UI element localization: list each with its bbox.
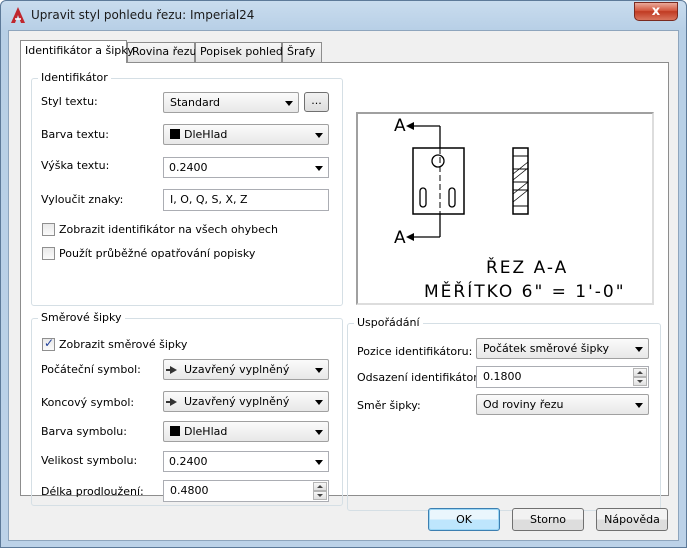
help-button[interactable]: Nápověda xyxy=(596,508,668,531)
spin-down-icon[interactable] xyxy=(633,377,647,386)
continuous-labeling-checkbox[interactable] xyxy=(42,247,55,260)
arrows-group-title: Směrové šipky xyxy=(38,311,125,324)
tab-view-label[interactable]: Popisek pohledu xyxy=(195,42,290,62)
extension-length-label: Délka prodloužení: xyxy=(41,485,144,498)
tab-panel: Identifikátor Styl textu: Standard ... B… xyxy=(20,62,669,511)
text-height-value: 0.2400 xyxy=(169,161,208,174)
identifier-position-label: Pozice identifikátoru: xyxy=(357,345,473,358)
tab-label: Rovina řezu xyxy=(132,45,197,58)
text-style-value: Standard xyxy=(170,96,221,109)
chevron-down-icon xyxy=(315,166,323,171)
end-symbol-label: Koncový symbol: xyxy=(41,396,135,409)
symbol-size-combo[interactable]: 0.2400 xyxy=(163,451,329,472)
exclude-chars-label: Vyloučit znaky: xyxy=(41,193,124,206)
chevron-down-icon xyxy=(315,368,323,373)
dialog-window: Upravit styl pohledu řezu: Imperial24 x … xyxy=(0,0,687,548)
extension-length-input[interactable]: 0.4800 xyxy=(163,480,329,502)
browse-text-style-button[interactable]: ... xyxy=(304,92,329,112)
cancel-button[interactable]: Storno xyxy=(512,508,584,531)
start-symbol-select[interactable]: Uzavřený vyplněný xyxy=(163,359,329,380)
tab-identifier-arrows[interactable]: Identifikátor a šipky xyxy=(20,40,134,63)
identifier-position-select[interactable]: Počátek směrové šipky xyxy=(476,338,649,359)
close-icon: x xyxy=(651,4,661,19)
text-color-select[interactable]: DleHlad xyxy=(163,124,329,145)
ok-label: OK xyxy=(456,513,472,526)
window-title: Upravit styl pohledu řezu: Imperial24 xyxy=(31,8,255,22)
chevron-down-icon xyxy=(315,133,323,138)
symbol-size-label: Velikost symbolu: xyxy=(41,454,138,467)
color-swatch xyxy=(170,129,180,139)
extension-length-value: 0.4800 xyxy=(170,484,209,497)
browse-label: ... xyxy=(311,94,322,107)
cancel-label: Storno xyxy=(529,513,567,526)
color-swatch xyxy=(170,426,180,436)
layout-group-title: Uspořádání xyxy=(354,316,423,329)
chevron-down-icon xyxy=(635,403,643,408)
autocad-app-icon xyxy=(11,7,25,23)
ok-button[interactable]: OK xyxy=(428,508,500,531)
tab-label: Identifikátor a šipky xyxy=(25,44,134,57)
continuous-labeling-label[interactable]: Použít průběžné opatřování popisky xyxy=(59,247,255,260)
exclude-chars-input[interactable]: I, O, Q, S, X, Z xyxy=(163,189,329,211)
preview-label-a-top: A xyxy=(394,116,408,136)
preview-scale-text: MĚŘÍTKO 6" = 1'-0" xyxy=(424,282,626,302)
text-color-value: DleHlad xyxy=(184,128,228,141)
spin-up-icon[interactable] xyxy=(633,368,647,377)
chevron-down-icon xyxy=(315,400,323,405)
tab-label: Šrafy xyxy=(287,45,316,58)
arrow-direction-label: Směr šipky: xyxy=(357,399,421,412)
spin-up-icon[interactable] xyxy=(313,482,327,491)
tab-cutting-plane[interactable]: Rovina řezu xyxy=(127,42,197,62)
extension-length-spinner[interactable] xyxy=(313,482,327,500)
identifier-offset-label: Odsazení identifikátoru: xyxy=(357,371,489,384)
preview-section-title: ŘEZ A-A xyxy=(486,258,569,278)
arrow-direction-select[interactable]: Od roviny řezu xyxy=(476,394,649,415)
text-height-combo[interactable]: 0.2400 xyxy=(163,157,329,178)
text-color-label: Barva textu: xyxy=(41,128,109,141)
show-arrows-checkbox[interactable] xyxy=(42,336,55,351)
identifier-position-value: Počátek směrové šipky xyxy=(483,342,609,355)
symbol-color-label: Barva symbolu: xyxy=(41,425,127,438)
chevron-down-icon xyxy=(635,347,643,352)
show-arrows-label[interactable]: Zobrazit směrové šipky xyxy=(59,338,187,351)
show-all-bends-label[interactable]: Zobrazit identifikátor na všech ohybech xyxy=(59,223,278,236)
identifier-group-title: Identifikátor xyxy=(38,71,111,84)
text-height-label: Výška textu: xyxy=(41,159,110,172)
end-symbol-select[interactable]: Uzavřený vyplněný xyxy=(163,391,329,412)
dialog-client-area: Identifikátor a šipky Rovina řezu Popise… xyxy=(8,30,679,541)
exclude-chars-value: I, O, Q, S, X, Z xyxy=(170,193,248,206)
identifier-offset-value: 0.1800 xyxy=(483,370,522,383)
show-all-bends-checkbox[interactable] xyxy=(42,223,55,236)
chevron-down-icon xyxy=(315,430,323,435)
tab-label: Popisek pohledu xyxy=(200,45,290,58)
arrowhead-icon xyxy=(166,398,177,406)
text-style-select[interactable]: Standard xyxy=(163,92,299,113)
chevron-down-icon xyxy=(315,460,323,465)
text-style-label: Styl textu: xyxy=(41,95,98,108)
title-bar[interactable]: Upravit styl pohledu řezu: Imperial24 x xyxy=(1,1,686,29)
arrow-direction-value: Od roviny řezu xyxy=(483,398,564,411)
tab-hatching[interactable]: Šrafy xyxy=(282,42,322,62)
identifier-offset-spinner[interactable] xyxy=(633,368,647,386)
preview-pane: A A ŘEZ A-A MĚŘÍTKO 6" = 1'-0" xyxy=(356,112,654,305)
start-symbol-label: Počáteční symbol: xyxy=(41,363,141,376)
end-symbol-value: Uzavřený vyplněný xyxy=(184,395,290,408)
symbol-size-value: 0.2400 xyxy=(169,455,208,468)
arrowhead-icon xyxy=(166,366,177,374)
symbol-color-value: DleHlad xyxy=(184,425,228,438)
preview-label-a-bottom: A xyxy=(394,228,408,248)
close-button[interactable]: x xyxy=(634,2,678,21)
symbol-color-select[interactable]: DleHlad xyxy=(163,421,329,442)
identifier-offset-input[interactable]: 0.1800 xyxy=(476,366,649,388)
start-symbol-value: Uzavřený vyplněný xyxy=(184,363,290,376)
spin-down-icon[interactable] xyxy=(313,491,327,500)
help-label: Nápověda xyxy=(604,513,660,526)
chevron-down-icon xyxy=(285,101,293,106)
